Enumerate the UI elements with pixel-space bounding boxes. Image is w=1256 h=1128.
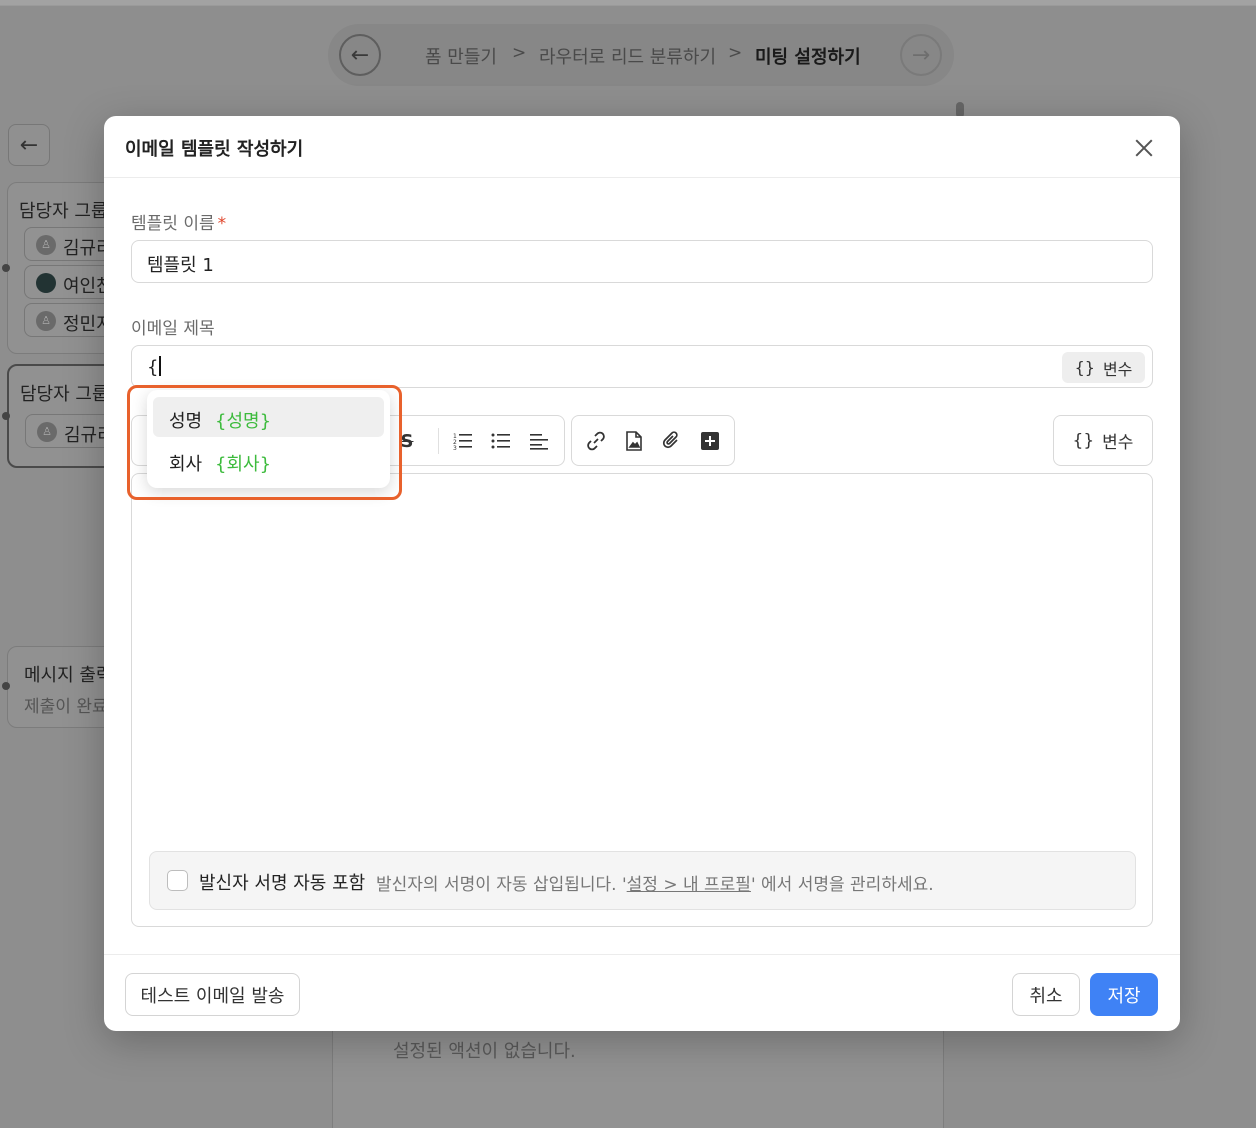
prev-step-button[interactable]: ← xyxy=(339,34,381,76)
avatar: ♙ xyxy=(37,422,57,442)
avatar: ♙ xyxy=(36,235,56,255)
email-body-editor[interactable]: 발신자 서명 자동 포함 발신자의 서명이 자동 삽입됩니다. '설정 > 내 … xyxy=(131,473,1153,927)
svg-text:3: 3 xyxy=(453,445,457,450)
empty-actions-text: 설정된 액션이 없습니다. xyxy=(393,1041,576,1062)
arrow-left-icon: ← xyxy=(19,132,39,158)
variable-label: 변수 xyxy=(1102,359,1133,379)
connector-dot xyxy=(2,682,10,690)
required-mark: * xyxy=(217,214,227,234)
arrow-left-icon: ← xyxy=(350,42,370,68)
editor-variable-button[interactable]: {} 변수 xyxy=(1053,415,1153,466)
variable-label: 변수 xyxy=(1102,433,1134,453)
text-caret xyxy=(159,356,161,376)
email-template-modal: 이메일 템플릿 작성하기 템플릿 이름 * 템플릿 1 이메일 제목 { {} 변… xyxy=(104,116,1180,1031)
card-title: 메시지 출력 xyxy=(24,665,113,686)
connector-dot xyxy=(2,264,10,272)
close-icon[interactable] xyxy=(1130,134,1158,162)
connector-dot xyxy=(2,412,10,420)
braces-icon: {} xyxy=(1074,358,1095,377)
breadcrumb-separator: > xyxy=(512,43,527,63)
ordered-list-icon[interactable]: 123 xyxy=(452,430,474,452)
image-file-icon[interactable] xyxy=(623,430,645,452)
signature-description: 발신자의 서명이 자동 삽입됩니다. '설정 > 내 프로필' 에서 서명을 관… xyxy=(376,875,934,895)
subject-value: { xyxy=(147,356,161,378)
plus-box-icon[interactable] xyxy=(699,430,721,452)
modal-footer: 테스트 이메일 발송 취소 저장 xyxy=(104,954,1180,1031)
arrow-right-icon: → xyxy=(911,42,931,68)
breadcrumb: ← 폼 만들기 > 라우터로 리드 분류하기 > 미팅 설정하기 → xyxy=(328,24,954,86)
send-test-email-button[interactable]: 테스트 이메일 발송 xyxy=(125,973,300,1016)
card-subtitle: 제출이 완료 xyxy=(24,697,108,717)
modal-header: 이메일 템플릿 작성하기 xyxy=(104,116,1180,178)
cancel-button[interactable]: 취소 xyxy=(1012,973,1080,1016)
subject-input[interactable]: { {} 변수 xyxy=(131,345,1153,388)
template-name-value: 템플릿 1 xyxy=(147,255,214,276)
toolbar-divider xyxy=(438,428,439,454)
card-title: 담당자 그룹 xyxy=(20,384,109,405)
breadcrumb-current[interactable]: 미팅 설정하기 xyxy=(755,43,861,69)
avatar xyxy=(36,273,56,293)
template-name-label: 템플릿 이름 * xyxy=(131,214,227,234)
signature-option: 발신자 서명 자동 포함 발신자의 서명이 자동 삽입됩니다. '설정 > 내 … xyxy=(149,851,1136,910)
link-icon[interactable] xyxy=(585,430,607,452)
next-step-button[interactable]: → xyxy=(900,34,942,76)
template-name-input[interactable]: 템플릿 1 xyxy=(131,240,1153,283)
align-left-icon[interactable] xyxy=(528,430,550,452)
subject-label: 이메일 제목 xyxy=(131,319,215,339)
bullet-list-icon[interactable] xyxy=(490,430,512,452)
signature-label[interactable]: 발신자 서명 자동 포함 xyxy=(199,869,365,895)
signature-checkbox[interactable] xyxy=(167,870,188,891)
top-bar xyxy=(0,0,1256,6)
save-button[interactable]: 저장 xyxy=(1090,973,1158,1016)
highlight-box xyxy=(127,385,402,500)
breadcrumb-item[interactable]: 폼 만들기 xyxy=(425,43,497,69)
profile-settings-link[interactable]: 설정 > 내 프로필 xyxy=(627,875,751,895)
breadcrumb-item[interactable]: 라우터로 리드 분류하기 xyxy=(539,43,716,69)
attachment-icon[interactable] xyxy=(661,430,683,452)
insert-toolbar xyxy=(571,415,735,466)
breadcrumb-separator: > xyxy=(728,43,743,63)
avatar: ♙ xyxy=(36,311,56,331)
modal-title: 이메일 템플릿 작성하기 xyxy=(125,139,304,160)
subject-variable-button[interactable]: {} 변수 xyxy=(1062,352,1145,383)
card-title: 담당자 그룹 xyxy=(19,201,108,222)
back-button[interactable]: ← xyxy=(8,124,50,166)
braces-icon: {} xyxy=(1072,430,1095,451)
